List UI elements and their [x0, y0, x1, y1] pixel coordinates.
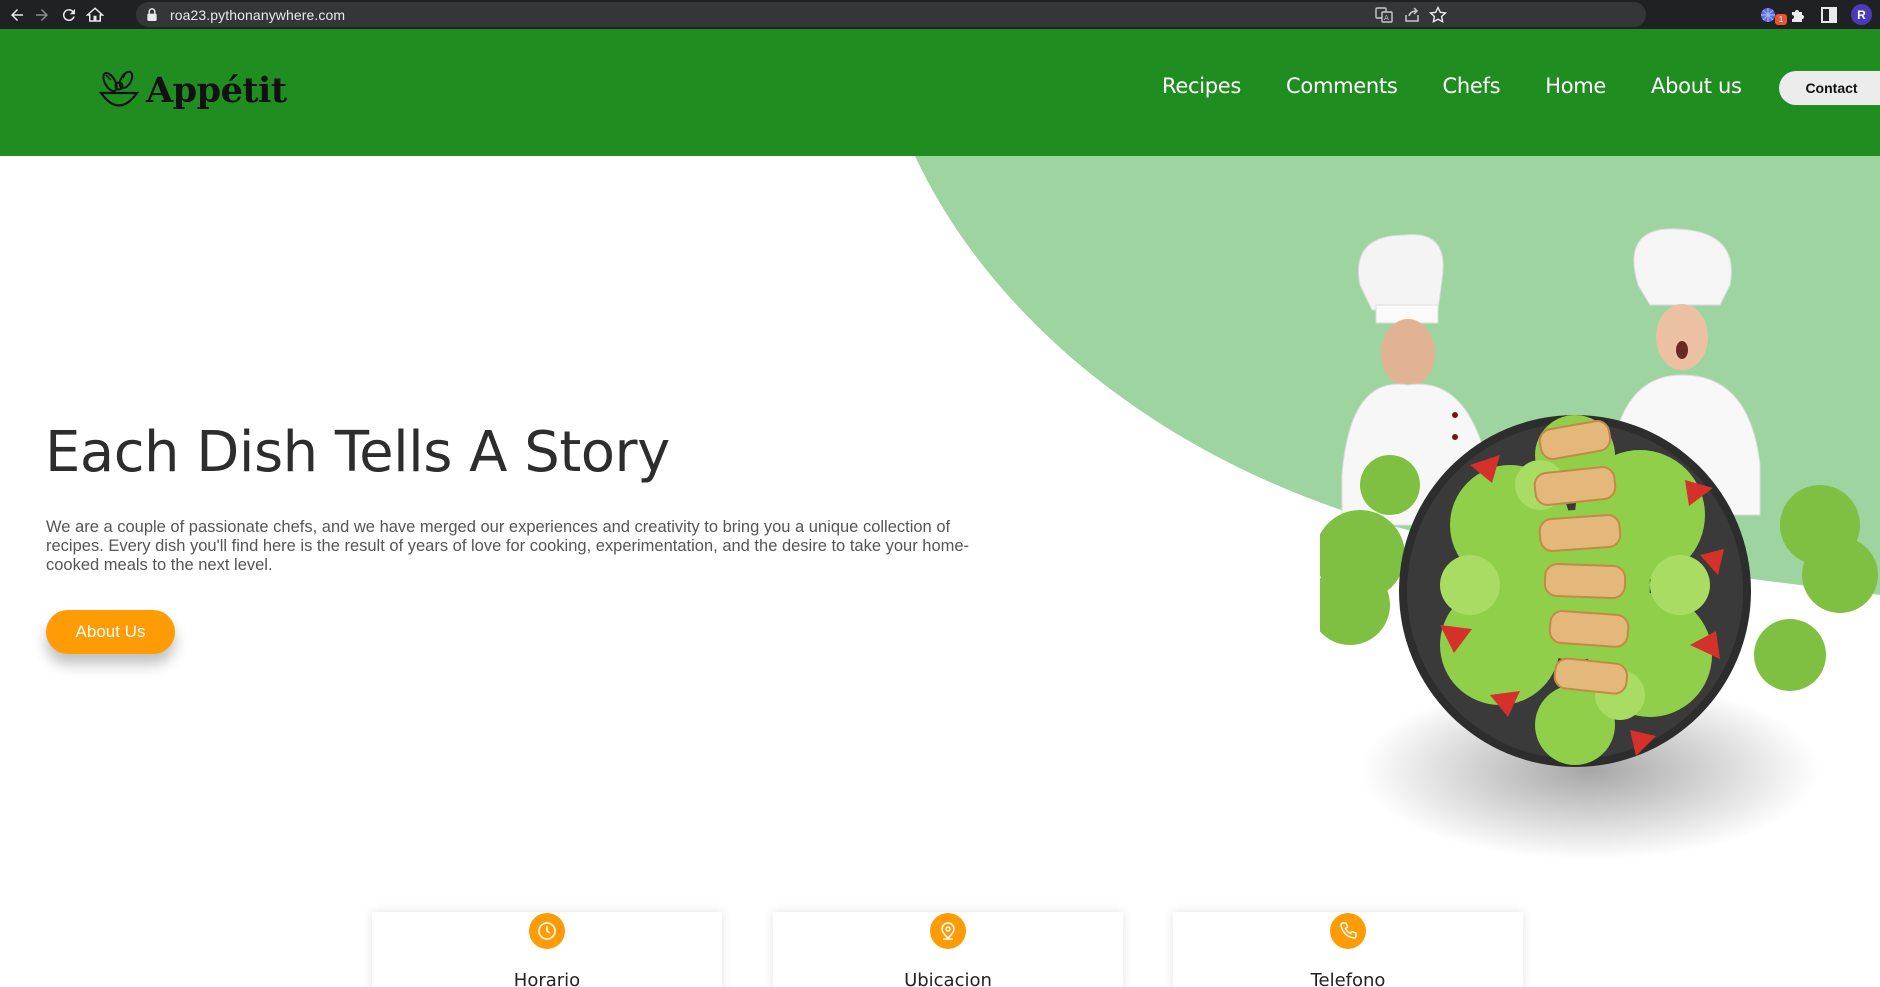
- location-pin-icon: [930, 913, 966, 949]
- nav-chefs[interactable]: Chefs: [1442, 74, 1500, 98]
- puzzle-extensions-icon[interactable]: [1787, 4, 1809, 26]
- profile-avatar[interactable]: R: [1851, 4, 1872, 25]
- info-card-ubicacion: Ubicacion: [773, 912, 1123, 987]
- site-header: Appétit Recipes Comments Chefs Home Abou…: [0, 29, 1880, 156]
- contact-button[interactable]: Contact: [1779, 71, 1880, 105]
- card-title: Horario: [513, 970, 581, 987]
- home-icon[interactable]: [84, 4, 106, 26]
- bookmark-star-icon[interactable]: [1428, 5, 1448, 25]
- hero-title: Each Dish Tells A Story: [45, 420, 670, 485]
- nav-recipes[interactable]: Recipes: [1162, 74, 1241, 98]
- info-card-telefono: Telefono: [1173, 912, 1523, 987]
- info-card-horario: Horario: [372, 912, 722, 987]
- forward-icon[interactable]: [31, 4, 53, 26]
- hero-description: We are a couple of passionate chefs, and…: [46, 518, 970, 574]
- back-icon[interactable]: [6, 4, 28, 26]
- url-text: roa23.pythonanywhere.com: [170, 7, 346, 23]
- svg-text:A: A: [1384, 14, 1389, 22]
- nav-about-us[interactable]: About us: [1651, 74, 1742, 98]
- share-icon[interactable]: [1402, 5, 1422, 25]
- side-panel-icon[interactable]: [1818, 4, 1840, 26]
- nav-comments[interactable]: Comments: [1286, 74, 1398, 98]
- site-logo[interactable]: Appétit: [96, 65, 287, 115]
- extension-badge: 1: [1775, 14, 1787, 25]
- phone-icon: [1330, 913, 1366, 949]
- salad-bowl-logo-icon: [98, 70, 140, 107]
- card-title: Ubicacion: [904, 970, 992, 987]
- browser-toolbar: roa23.pythonanywhere.com A 1 R: [0, 0, 1880, 29]
- brand-name: Appétit: [146, 69, 287, 111]
- chefs-salad-image: [1320, 228, 1878, 860]
- about-us-button[interactable]: About Us: [46, 610, 175, 654]
- translate-icon[interactable]: A: [1374, 5, 1394, 25]
- reload-icon[interactable]: [58, 4, 80, 26]
- nav-home[interactable]: Home: [1545, 74, 1606, 98]
- address-bar[interactable]: roa23.pythonanywhere.com A: [136, 2, 1646, 27]
- clock-icon: [529, 913, 565, 949]
- card-title: Telefono: [1310, 970, 1386, 987]
- lock-icon: [147, 8, 157, 21]
- main-nav: Recipes Comments Chefs Home About us: [1162, 74, 1787, 98]
